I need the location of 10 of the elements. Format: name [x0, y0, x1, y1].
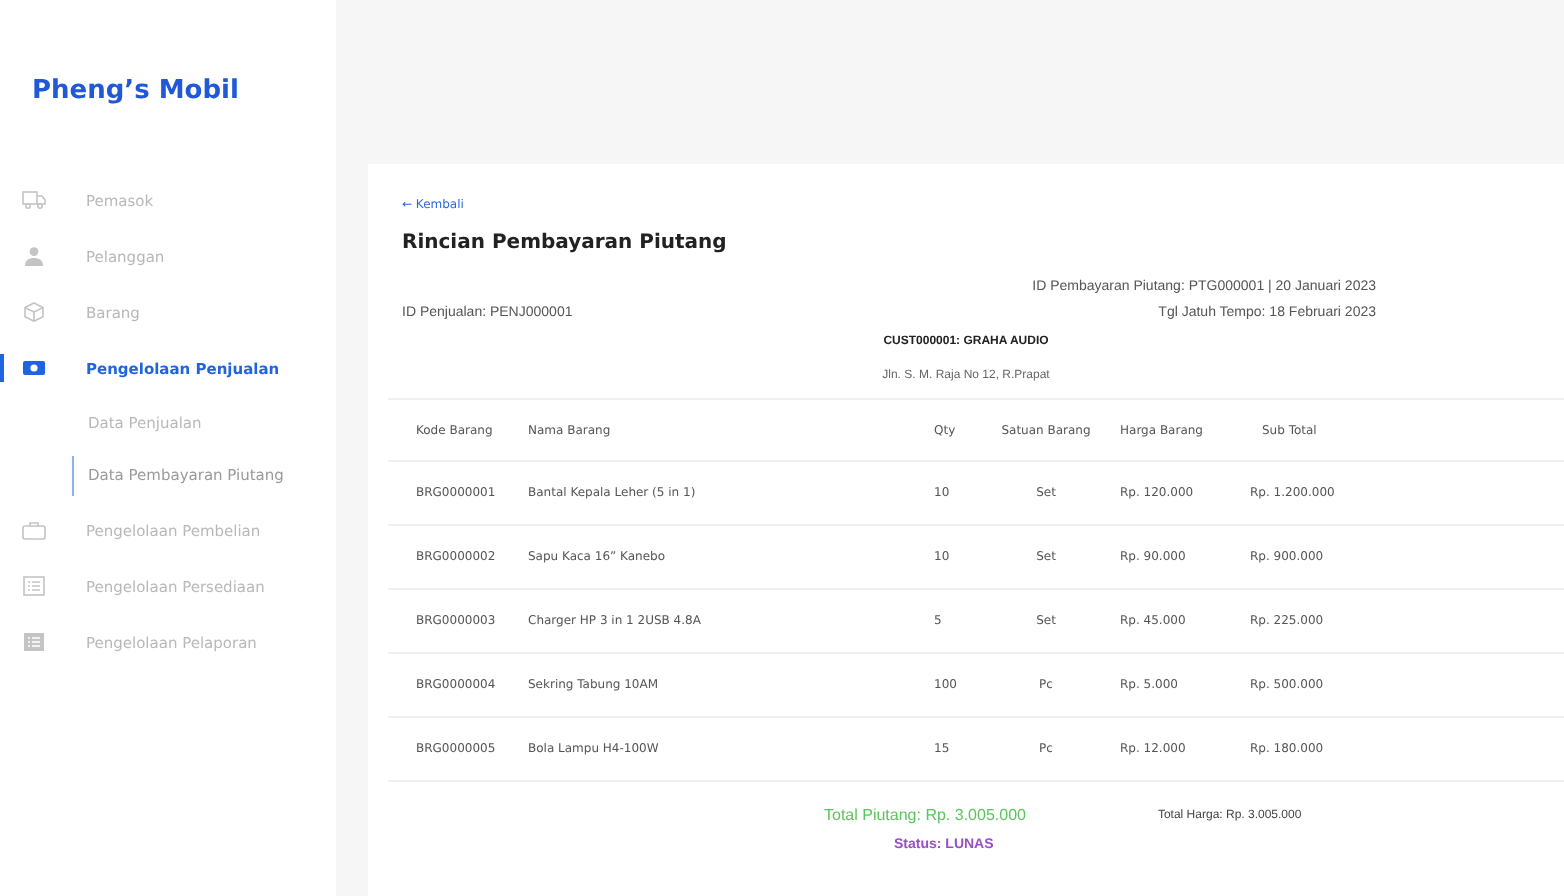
person-icon [22, 246, 46, 266]
page-title: Rincian Pembayaran Piutang [400, 230, 729, 254]
app-logo: Pheng’s Mobil [32, 76, 241, 106]
total-receivable-text: Total Piutang: Rp. 3.005.000 [824, 806, 1026, 824]
list-icon [22, 576, 46, 596]
bag-icon [22, 520, 46, 540]
truck-icon [22, 190, 46, 210]
list-icon [22, 632, 46, 652]
banknote-icon [22, 358, 46, 378]
cube-icon [22, 302, 46, 322]
